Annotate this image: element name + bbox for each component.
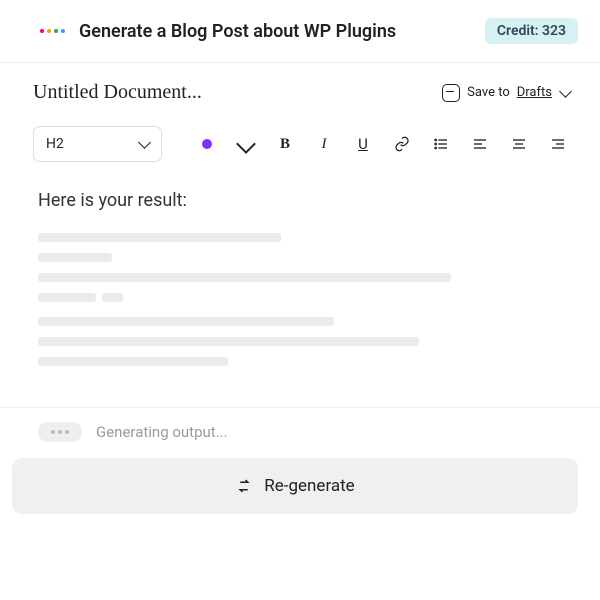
format-value: H2 [46, 136, 64, 152]
list-button[interactable] [432, 135, 450, 153]
folder-icon [442, 84, 460, 102]
save-label: Save to [467, 85, 510, 100]
document-title[interactable]: Untitled Document... [33, 81, 202, 104]
regenerate-label: Re-generate [264, 476, 354, 496]
underline-button[interactable]: U [354, 135, 372, 153]
chevron-down-icon [559, 85, 572, 98]
skeleton-placeholder [38, 233, 567, 366]
highlight-button[interactable] [237, 135, 255, 153]
color-dot-icon [202, 139, 212, 149]
link-button[interactable] [393, 135, 411, 153]
app-logo-dots [40, 29, 65, 33]
generating-status: Generating output... [96, 423, 228, 441]
credit-badge: Credit: 323 [485, 18, 578, 44]
swap-icon [235, 477, 253, 495]
italic-button[interactable]: I [315, 135, 333, 153]
align-left-button[interactable] [471, 135, 489, 153]
brush-icon [236, 134, 256, 154]
save-to-drafts-button[interactable]: Save to Drafts [442, 84, 570, 102]
heading-format-select[interactable]: H2 [33, 126, 162, 162]
align-center-button[interactable] [510, 135, 528, 153]
text-color-button[interactable] [198, 135, 216, 153]
chevron-down-icon [138, 136, 151, 149]
loading-dots-icon [38, 422, 82, 442]
page-title: Generate a Blog Post about WP Plugins [79, 21, 396, 42]
result-heading: Here is your result: [38, 190, 567, 211]
bold-button[interactable]: B [276, 135, 294, 153]
drafts-label: Drafts [517, 85, 552, 100]
align-right-button[interactable] [549, 135, 567, 153]
regenerate-button[interactable]: Re-generate [12, 458, 578, 514]
